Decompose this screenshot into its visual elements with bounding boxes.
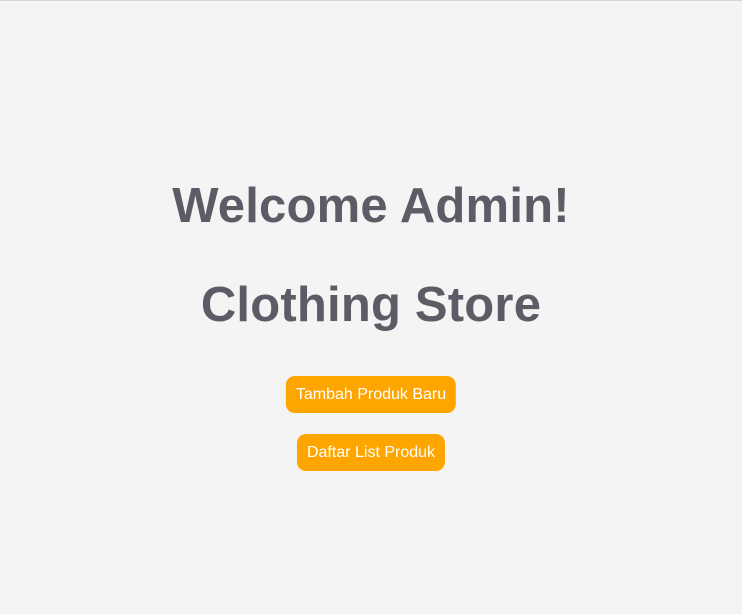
add-product-button[interactable]: Tambah Produk Baru <box>285 376 457 413</box>
admin-dashboard-page: Welcome Admin! Clothing Store Tambah Pro… <box>0 0 742 614</box>
store-name-heading: Clothing Store <box>200 278 542 332</box>
welcome-heading: Welcome Admin! <box>172 179 570 233</box>
product-list-button[interactable]: Daftar List Produk <box>296 434 446 471</box>
